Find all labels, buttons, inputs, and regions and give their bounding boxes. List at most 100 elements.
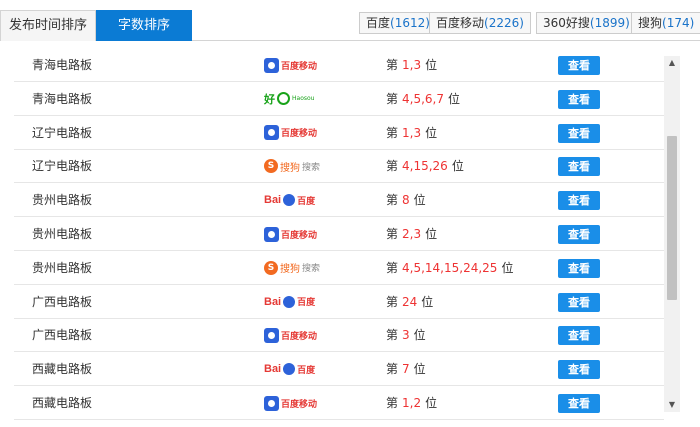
table-row: 西藏电路板 Bai 百度 第 7 位 查看 — [14, 352, 664, 387]
scroll-up-arrow-icon[interactable]: ▲ — [664, 56, 680, 70]
rank-suffix: 位 — [501, 260, 514, 275]
rank-positions: 第 1,2 位 — [386, 386, 437, 420]
view-button[interactable]: 查看 — [558, 394, 600, 413]
rank-suffix: 位 — [448, 91, 461, 106]
filter-count: (1612) — [390, 16, 430, 30]
rank-positions: 第 4,15,26 位 — [386, 149, 464, 183]
sogou-logo-subtext: 搜索 — [302, 264, 321, 275]
baidu-logo-bai: Bai — [264, 194, 282, 207]
rank-positions: 第 24 位 — [386, 285, 433, 319]
table-row: 广西电路板 百度移动 第 3 位 查看 — [14, 318, 664, 353]
view-button[interactable]: 查看 — [558, 191, 600, 211]
baidu-logo-icon: Bai 百度 — [264, 293, 344, 311]
rank-prefix: 第 — [386, 125, 399, 140]
scroll-thumb[interactable] — [667, 136, 677, 300]
haosou-logo-mark: 好 — [264, 92, 275, 106]
scrollbar[interactable]: ▲ ▼ — [664, 56, 680, 412]
rank-positions: 第 1,3 位 — [386, 116, 437, 150]
baidu-mobile-logo-text: 百度移动 — [281, 331, 318, 342]
baidu-logo-text: 百度 — [297, 196, 316, 207]
haosou-logo-text: Haosou — [292, 95, 315, 103]
rank-numbers: 4,15,26 — [402, 159, 448, 174]
rank-numbers: 8 — [402, 193, 410, 208]
table-row: 青海电路板 好 Haosou 第 4,5,6,7 位 查看 — [14, 82, 664, 116]
rank-numbers: 2,3 — [402, 227, 422, 241]
tab-sort-by-publish-time[interactable]: 发布时间排序 — [0, 10, 96, 41]
rank-prefix: 第 — [386, 193, 399, 208]
baidu-paw-icon — [283, 363, 296, 376]
haosou-logo-icon: 好 Haosou — [264, 90, 344, 108]
baidu-mobile-logo-text: 百度移动 — [281, 129, 318, 140]
filter-count: (174) — [662, 16, 695, 30]
baidu-logo-bai: Bai — [264, 295, 282, 308]
rank-prefix: 第 — [386, 328, 399, 343]
filter-count: (1899) — [589, 16, 630, 30]
sogou-s-icon: S — [264, 260, 278, 275]
sogou-logo-subtext: 搜索 — [302, 162, 321, 173]
view-button[interactable]: 查看 — [558, 56, 600, 75]
rank-prefix: 第 — [386, 91, 399, 106]
view-button[interactable]: 查看 — [558, 326, 600, 346]
rank-numbers: 4,5,14,15,24,25 — [402, 260, 498, 275]
baidu-paw-icon — [264, 226, 279, 242]
rank-numbers: 24 — [402, 294, 418, 309]
rank-suffix: 位 — [421, 294, 434, 309]
region-keyword: 西藏电路板 — [32, 396, 93, 410]
filter-baidu-mobile[interactable]: 百度移动(2226) — [429, 12, 531, 34]
view-button[interactable]: 查看 — [558, 292, 600, 312]
view-button[interactable]: 查看 — [558, 360, 600, 380]
filter-label: 百度移动 — [436, 16, 485, 30]
baidu-mobile-logo-icon: 百度移动 — [264, 326, 344, 344]
region-keyword: 贵州电路板 — [32, 193, 93, 208]
sogou-logo-text: 搜狗 — [280, 264, 300, 276]
rank-suffix: 位 — [425, 396, 438, 410]
scroll-down-arrow-icon[interactable]: ▼ — [664, 398, 680, 412]
rank-prefix: 第 — [386, 260, 399, 275]
table-row: 贵州电路板 百度移动 第 2,3 位 查看 — [14, 217, 664, 251]
baidu-paw-icon — [283, 194, 296, 207]
table-row: 贵州电路板 Bai 百度 第 8 位 查看 — [14, 183, 664, 218]
sogou-logo-icon: S 搜狗 搜索 — [264, 157, 344, 175]
baidu-mobile-logo-icon: 百度移动 — [264, 56, 344, 74]
view-button[interactable]: 查看 — [558, 157, 600, 177]
baidu-mobile-logo-text: 百度移动 — [281, 230, 318, 241]
filter-baidu[interactable]: 百度(1612) — [359, 12, 437, 34]
baidu-mobile-logo-text: 百度移动 — [281, 61, 318, 72]
sogou-s-icon: S — [264, 159, 278, 174]
view-button[interactable]: 查看 — [558, 225, 600, 244]
rank-positions: 第 1,3 位 — [386, 48, 437, 82]
rank-suffix: 位 — [451, 159, 464, 174]
rank-numbers: 7 — [402, 362, 410, 377]
rank-suffix: 位 — [425, 125, 438, 140]
rank-numbers: 3 — [402, 328, 410, 343]
region-keyword: 辽宁电路板 — [32, 125, 93, 140]
table-row: 西藏电路板 百度移动 第 1,2 位 查看 — [14, 386, 664, 420]
baidu-mobile-logo-icon: 百度移动 — [264, 124, 344, 142]
rank-positions: 第3位 — [386, 318, 426, 352]
baidu-paw-icon — [264, 125, 279, 141]
baidu-paw-icon — [264, 327, 279, 343]
rank-suffix: 位 — [425, 227, 438, 241]
filter-360-haosou[interactable]: 360好搜(1899) — [536, 12, 637, 34]
view-button[interactable]: 查看 — [558, 258, 600, 278]
baidu-logo-bai: Bai — [264, 363, 282, 376]
table-row: 辽宁电路板 S 搜狗 搜索 第 4,15,26 位 查看 — [14, 149, 664, 184]
tab-sort-by-word-count[interactable]: 字数排序 — [96, 10, 192, 41]
table-row: 贵州电路板 S 搜狗 搜索 第 4,5,14,15,24,25 位 查看 — [14, 251, 664, 285]
filter-label: 搜狗 — [638, 16, 663, 30]
rank-prefix: 第 — [386, 294, 399, 309]
baidu-logo-icon: Bai 百度 — [264, 191, 344, 209]
baidu-paw-icon — [264, 57, 279, 73]
rank-positions: 第 4,5,6,7 位 — [386, 82, 460, 116]
view-button[interactable]: 查看 — [558, 89, 600, 109]
region-keyword: 贵州电路板 — [32, 260, 93, 275]
rank-prefix: 第 — [386, 159, 399, 174]
view-button[interactable]: 查看 — [558, 123, 600, 143]
baidu-mobile-logo-icon: 百度移动 — [264, 225, 344, 243]
rank-positions: 第 2,3 位 — [386, 217, 437, 251]
rank-suffix: 位 — [413, 193, 426, 208]
rank-positions: 第7位 — [386, 352, 426, 386]
filter-sogou[interactable]: 搜狗(174) — [631, 12, 700, 34]
rank-positions: 第8位 — [386, 183, 426, 217]
region-keyword: 青海电路板 — [32, 58, 93, 72]
